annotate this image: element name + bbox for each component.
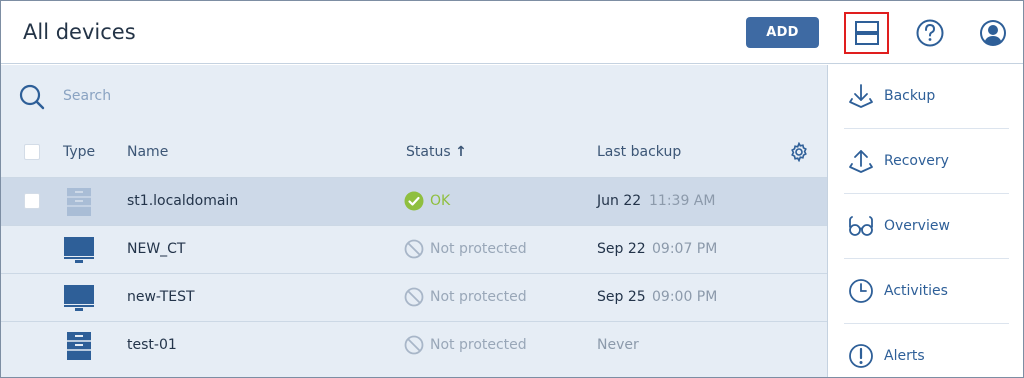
last-backup-time: 09:07 PM (652, 241, 718, 257)
table-row[interactable]: new-TEST Not protected Sep 25 09:00 PM (1, 273, 827, 321)
last-backup-time: 11:39 AM (649, 193, 716, 209)
status-text: Not protected (430, 337, 527, 353)
row-checkbox[interactable] (24, 193, 40, 209)
page-title: All devices (23, 20, 136, 44)
action-alerts[interactable]: Alerts (844, 325, 1009, 377)
column-header-name[interactable]: Name (127, 144, 168, 160)
column-header-status-label: Status (406, 144, 451, 160)
column-header-status[interactable]: Status ↑ (406, 144, 467, 160)
account-button[interactable] (978, 18, 1008, 48)
not-protected-icon (404, 287, 424, 307)
device-name[interactable]: test-01 (127, 337, 177, 353)
monitor-icon (64, 237, 94, 263)
column-header-last-backup[interactable]: Last backup (597, 144, 681, 160)
last-backup-time: 09:00 PM (652, 289, 718, 305)
backup-icon (849, 84, 873, 108)
search-icon[interactable] (18, 83, 46, 111)
status-text: Not protected (430, 289, 527, 305)
action-overview[interactable]: Overview (844, 195, 1009, 259)
device-name[interactable]: st1.localdomain (127, 193, 238, 209)
monitor-icon (64, 285, 94, 311)
help-button[interactable] (915, 18, 945, 48)
page-header: All devices ADD (1, 1, 1023, 64)
not-protected-icon (404, 239, 424, 259)
action-label: Alerts (884, 348, 925, 364)
table-row[interactable]: test-01 Not protected Never (1, 321, 827, 369)
alert-icon (849, 344, 873, 368)
search-input[interactable] (53, 82, 353, 110)
add-button[interactable]: ADD (746, 17, 819, 48)
last-backup-date: Jun 22 (597, 193, 642, 209)
device-name[interactable]: NEW_CT (127, 241, 186, 257)
action-label: Overview (884, 218, 950, 234)
server-icon (67, 332, 91, 360)
gear-icon[interactable] (789, 142, 809, 162)
status-text: Not protected (430, 241, 527, 257)
app-window: All devices ADD Search Type Name Status … (0, 0, 1024, 378)
clock-icon (849, 279, 873, 303)
action-activities[interactable]: Activities (844, 260, 1009, 324)
sort-ascending-icon: ↑ (455, 144, 467, 160)
select-all-checkbox[interactable] (24, 144, 40, 160)
status-text: OK (430, 193, 451, 209)
last-backup-date: Sep 22 (597, 241, 646, 257)
recovery-icon (849, 150, 873, 173)
not-protected-icon (404, 335, 424, 355)
action-recovery[interactable]: Recovery (844, 130, 1009, 194)
actions-panel: Backup Recovery Overview Activities Aler… (827, 65, 1023, 377)
column-header-type: Type (63, 144, 96, 160)
last-backup-date: Sep 25 (597, 289, 646, 305)
glasses-icon (849, 216, 873, 236)
check-circle-icon (404, 191, 424, 211)
last-backup-date: Never (597, 337, 639, 353)
device-list-panel: Type Name Status ↑ Last backup st1.local (1, 65, 827, 377)
layout-toggle-button[interactable] (844, 12, 889, 54)
action-label: Backup (884, 88, 936, 104)
user-icon (980, 20, 1006, 46)
table-row[interactable]: NEW_CT Not protected Sep 22 09:07 PM (1, 225, 827, 273)
help-icon (916, 19, 944, 47)
action-label: Recovery (884, 153, 949, 169)
device-name[interactable]: new-TEST (127, 289, 195, 305)
server-icon (67, 188, 91, 216)
table-row[interactable]: st1.localdomain OK Jun 22 11:39 AM (1, 177, 827, 225)
table-header: Type Name Status ↑ Last backup (1, 132, 827, 172)
layout-split-icon (854, 21, 879, 45)
action-backup[interactable]: Backup (844, 65, 1009, 129)
action-label: Activities (884, 283, 948, 299)
